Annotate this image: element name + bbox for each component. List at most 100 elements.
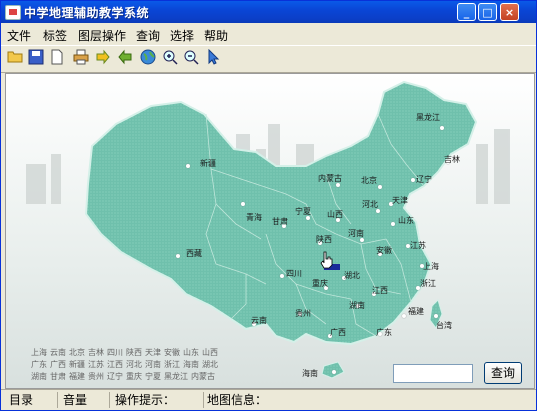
province-list-row: 上海 云南 北京 吉林 四川 陕西 天津 安徽 山东 山西 <box>31 347 241 359</box>
province-link[interactable]: 湖南 <box>31 372 47 381</box>
city-label-neimenggu[interactable]: 内蒙古 <box>318 173 342 184</box>
province-link[interactable]: 山东 <box>183 348 199 357</box>
city-label-hebei[interactable]: 河北 <box>362 199 378 210</box>
menu-help[interactable]: 帮助 <box>204 27 228 44</box>
province-link[interactable]: 四川 <box>107 348 123 357</box>
toolbar <box>1 45 536 73</box>
province-link[interactable]: 广东 <box>31 360 47 369</box>
city-label-henan[interactable]: 河南 <box>348 228 364 239</box>
city-label-shanghai[interactable]: 上海 <box>423 261 439 272</box>
province-link[interactable]: 重庆 <box>126 372 142 381</box>
title-bar[interactable]: 中学地理辅助教学系统 _ □ × <box>1 1 536 23</box>
city-label-shanxi[interactable]: 山西 <box>327 209 343 220</box>
city-label-sichuan[interactable]: 四川 <box>286 268 302 279</box>
province-link[interactable]: 贵州 <box>88 372 104 381</box>
city-label-anhui[interactable]: 安徽 <box>376 245 392 256</box>
province-link[interactable]: 吉林 <box>88 348 104 357</box>
menu-layer[interactable]: 图层操作 <box>78 27 126 44</box>
province-link[interactable]: 黑龙江 <box>164 372 188 381</box>
city-label-chongqing[interactable]: 重庆 <box>312 278 328 289</box>
menu-label[interactable]: 标签 <box>43 27 67 44</box>
back-arrow-icon[interactable] <box>115 49 135 69</box>
province-list-row: 广东 广西 新疆 江苏 江西 河北 河南 浙江 海南 湖北 <box>31 359 241 371</box>
city-label-ningxia[interactable]: 宁夏 <box>295 206 311 217</box>
city-label-jilin[interactable]: 吉林 <box>444 154 460 165</box>
province-list-row: 湖南 甘肃 福建 贵州 辽宁 重庆 宁夏 黑龙江 内蒙古 <box>31 371 241 383</box>
province-list: 上海 云南 北京 吉林 四川 陕西 天津 安徽 山东 山西 广东 广西 新疆 江苏 江西 河北 河南 浙江 海南湖… <box>31 347 241 383</box>
search-input[interactable] <box>393 364 473 383</box>
maximize-button[interactable]: □ <box>478 3 497 21</box>
city-label-hubei[interactable]: 湖北 <box>344 270 360 281</box>
zoom-out-icon[interactable] <box>181 49 201 69</box>
pointer-icon[interactable] <box>203 48 223 69</box>
search-button[interactable]: 查询 <box>484 362 522 384</box>
city-label-taiwan[interactable]: 台湾 <box>436 320 452 331</box>
menu-select[interactable]: 选择 <box>170 27 194 44</box>
province-link[interactable]: 新疆 <box>69 360 85 369</box>
province-link[interactable]: 湖北 <box>202 360 218 369</box>
city-label-jiangxi[interactable]: 江西 <box>372 285 388 296</box>
close-button[interactable]: × <box>500 3 519 21</box>
province-link[interactable]: 广西 <box>50 360 66 369</box>
city-label-jiangsu[interactable]: 江苏 <box>410 240 426 251</box>
city-label-guangxi[interactable]: 广西 <box>330 327 346 338</box>
province-link[interactable]: 辽宁 <box>107 372 123 381</box>
print-icon[interactable] <box>71 49 91 69</box>
city-label-liaoning[interactable]: 辽宁 <box>416 174 432 185</box>
status-volume[interactable]: 音量 <box>57 392 110 408</box>
city-label-beijing[interactable]: 北京 <box>361 175 377 186</box>
province-link[interactable]: 内蒙古 <box>191 372 215 381</box>
china-map[interactable] <box>6 74 534 388</box>
globe-icon[interactable] <box>138 49 158 69</box>
city-label-fujian[interactable]: 福建 <box>408 306 424 317</box>
forward-arrow-icon[interactable] <box>93 49 113 69</box>
province-link[interactable]: 江西 <box>107 360 123 369</box>
city-label-shaanxi[interactable]: 陕西 <box>316 234 332 245</box>
province-link[interactable]: 甘肃 <box>50 372 66 381</box>
status-bar: 目录 音量 操作提示： 地图信息： <box>1 389 536 410</box>
save-icon[interactable] <box>26 49 46 69</box>
city-label-heilongjiang[interactable]: 黑龙江 <box>416 112 440 123</box>
city-label-yunnan[interactable]: 云南 <box>251 315 267 326</box>
map-canvas[interactable]: 黑龙江 吉林 辽宁 内蒙古 北京 天津 河北 山西 山东 宁夏 甘肃 陕西 河南… <box>5 73 535 389</box>
province-link[interactable]: 江苏 <box>88 360 104 369</box>
minimize-button[interactable]: _ <box>457 3 476 21</box>
province-link[interactable]: 山西 <box>202 348 218 357</box>
city-label-guangdong[interactable]: 广东 <box>376 327 392 338</box>
province-link[interactable]: 浙江 <box>164 360 180 369</box>
menu-query[interactable]: 查询 <box>136 27 160 44</box>
province-link[interactable]: 云南 <box>50 348 66 357</box>
status-catalog[interactable]: 目录 <box>3 392 58 408</box>
city-label-zhejiang[interactable]: 浙江 <box>420 278 436 289</box>
province-link[interactable]: 上海 <box>31 348 47 357</box>
city-label-guizhou[interactable]: 贵州 <box>295 308 311 319</box>
city-label-xizang[interactable]: 西藏 <box>186 248 202 259</box>
city-label-tianjin[interactable]: 天津 <box>392 195 408 206</box>
province-link[interactable]: 福建 <box>69 372 85 381</box>
zoom-in-icon[interactable] <box>160 49 180 69</box>
province-link[interactable]: 河南 <box>145 360 161 369</box>
app-window: 中学地理辅助教学系统 _ □ × 文件 标签 图层操作 查询 选择 帮助 黑龙江… <box>0 0 537 411</box>
province-link[interactable]: 河北 <box>126 360 142 369</box>
menu-file[interactable]: 文件 <box>7 27 31 44</box>
province-link[interactable]: 天津 <box>145 348 161 357</box>
province-link[interactable]: 宁夏 <box>145 372 161 381</box>
province-link[interactable]: 北京 <box>69 348 85 357</box>
window-title: 中学地理辅助教学系统 <box>24 6 150 20</box>
province-link[interactable]: 海南 <box>183 360 199 369</box>
city-label-hunan[interactable]: 湖南 <box>349 300 365 311</box>
new-document-icon[interactable] <box>47 49 67 69</box>
province-link[interactable]: 安徽 <box>164 348 180 357</box>
menu-bar: 文件 标签 图层操作 查询 选择 帮助 <box>1 24 536 44</box>
city-label-gansu[interactable]: 甘肃 <box>272 216 288 227</box>
hand-cursor-icon <box>320 251 333 269</box>
city-label-hainan[interactable]: 海南 <box>302 368 318 379</box>
status-info-label: 地图信息： <box>207 393 268 407</box>
city-label-xinjiang[interactable]: 新疆 <box>200 158 216 169</box>
city-label-shandong[interactable]: 山东 <box>398 215 414 226</box>
open-folder-icon[interactable] <box>5 49 25 69</box>
app-icon <box>5 5 21 20</box>
city-label-qinghai[interactable]: 青海 <box>246 212 262 223</box>
province-link[interactable]: 陕西 <box>126 348 142 357</box>
status-hint-label: 操作提示： <box>109 392 204 408</box>
